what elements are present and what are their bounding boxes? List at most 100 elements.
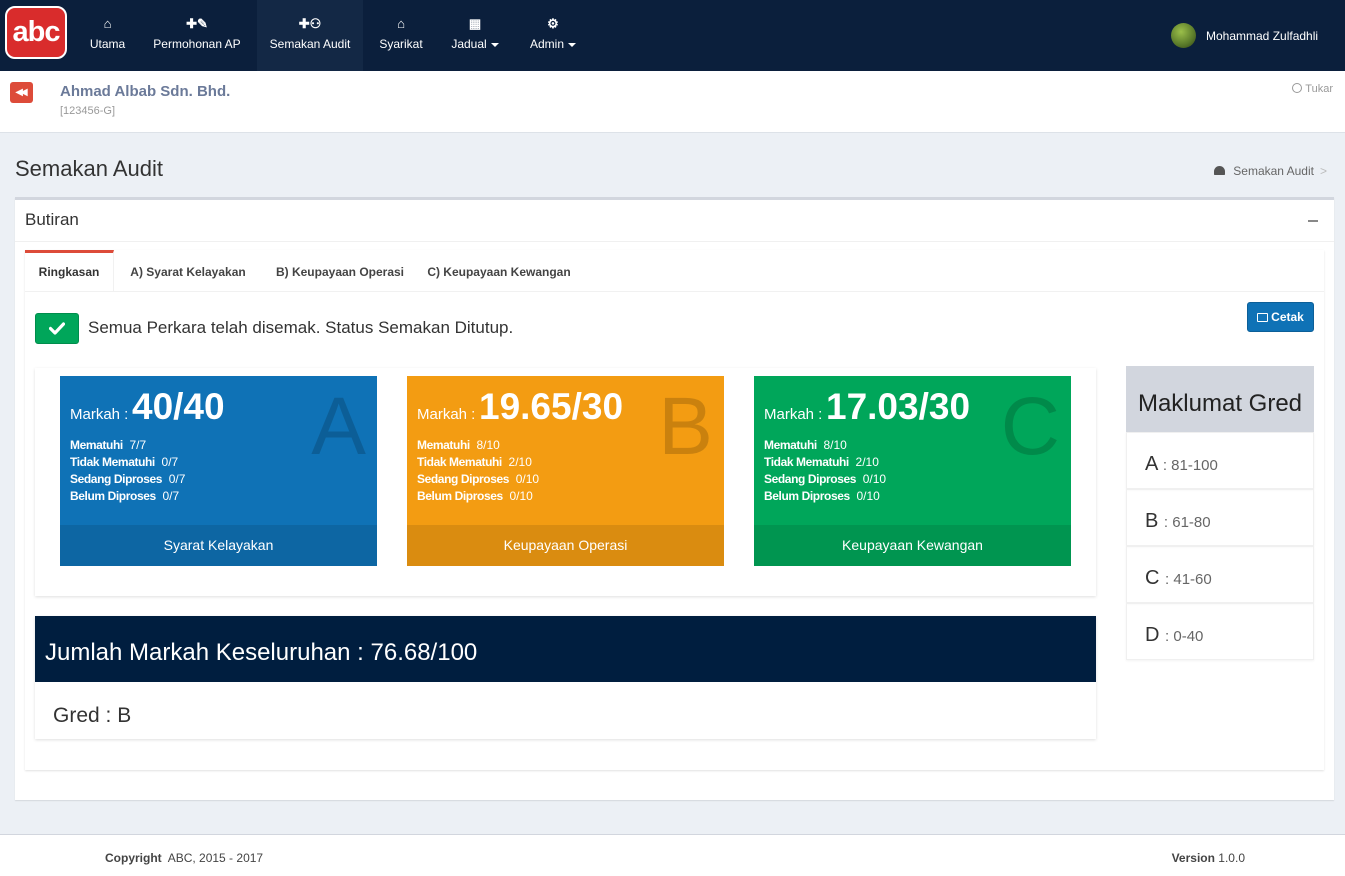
score-box-a: Markah : 40/40 A Mematuhi 7/7 Tidak Mema… <box>60 376 377 566</box>
stat-value: 2/10 <box>508 455 532 469</box>
grade-range: : 81-100 <box>1162 457 1218 474</box>
stats-list: Mematuhi 8/10 Tidak Mematuhi 2/10 Sedang… <box>764 437 886 505</box>
total-score: Jumlah Markah Keseluruhan : 76.68/100 <box>35 616 1096 682</box>
score-box-c: Markah : 17.03/30 C Mematuhi 8/10 Tidak … <box>754 376 1071 566</box>
nav-item-syarikat[interactable]: ⌂ Syarikat <box>369 0 433 71</box>
tab-container: Ringkasan A) Syarat Kelayakan B) Keupaya… <box>25 250 1324 770</box>
calendar-icon: ▦ <box>468 16 482 31</box>
section-letter: A <box>311 381 366 472</box>
breadcrumb-item[interactable]: Semakan Audit <box>1233 164 1314 178</box>
nav-label: Semakan Audit <box>269 37 351 51</box>
score-value: 19.65/30 <box>479 386 624 427</box>
double-left-arrow-icon: ◀◀ <box>15 87 28 98</box>
overall-grade: Gred : B <box>53 704 132 727</box>
total-score-card: Jumlah Markah Keseluruhan : 76.68/100 Gr… <box>35 616 1096 739</box>
plus-pencil-icon: ✚✎ <box>186 16 208 31</box>
details-panel: Butiran Ringkasan A) Syarat Kelayakan B)… <box>15 197 1334 800</box>
print-button[interactable]: Cetak <box>1247 302 1314 332</box>
stat-label: Tidak Mematuhi <box>764 455 849 469</box>
stat-value: 2/10 <box>855 455 879 469</box>
stat-value: 8/10 <box>476 438 500 452</box>
app-logo[interactable]: abc <box>5 6 67 59</box>
print-label: Cetak <box>1271 310 1304 324</box>
collapse-icon[interactable] <box>1308 220 1318 222</box>
bank-icon: ⌂ <box>397 16 405 31</box>
tab-keupayaan-operasi[interactable]: B) Keupayaan Operasi <box>268 250 412 292</box>
grade-letter: C <box>1145 567 1160 589</box>
grade-info-title: Maklumat Gred <box>1126 366 1314 432</box>
nav-label: Admin <box>529 37 564 51</box>
nav-item-jadual[interactable]: ▦ Jadual <box>440 0 510 71</box>
stat-label: Belum Diproses <box>764 489 850 503</box>
print-icon <box>1257 313 1269 322</box>
stat-label: Sedang Diproses <box>764 472 857 486</box>
avatar <box>1171 23 1196 48</box>
stat-value: 0/10 <box>856 489 880 503</box>
caret-down-icon <box>568 42 576 47</box>
stats-list: Mematuhi 8/10 Tidak Mematuhi 2/10 Sedang… <box>417 437 539 505</box>
score-value: 17.03/30 <box>826 386 971 427</box>
breadcrumb-separator: > <box>1319 164 1327 178</box>
score-value: 40/40 <box>132 386 225 427</box>
dashboard-icon <box>1214 166 1226 175</box>
page-footer: Copyright ABC, 2015 - 2017 Version 1.0.0 <box>0 834 1345 876</box>
score-label: Markah : <box>764 406 823 423</box>
grade-row: C : 41-60 <box>1126 546 1314 603</box>
grade-range: : 41-60 <box>1165 571 1212 588</box>
grade-letter: D <box>1145 624 1160 646</box>
status-check-badge <box>35 313 79 344</box>
circle-icon <box>1292 83 1303 93</box>
nav-item-semakan-audit[interactable]: ✚⚇ Semakan Audit <box>257 0 363 71</box>
nav-item-admin[interactable]: ⚙ Admin <box>518 0 588 71</box>
stat-label: Sedang Diproses <box>417 472 510 486</box>
switch-label: Tukar <box>1305 83 1333 95</box>
section-scores-card: Markah : 40/40 A Mematuhi 7/7 Tidak Mema… <box>35 368 1096 596</box>
nav-label: Utama <box>89 37 126 51</box>
stat-label: Sedang Diproses <box>70 472 163 486</box>
switch-company-link[interactable]: Tukar <box>1292 83 1333 95</box>
grade-range: : 0-40 <box>1165 628 1204 645</box>
stat-label: Mematuhi <box>764 438 817 452</box>
score-box-b: Markah : 19.65/30 B Mematuhi 8/10 Tidak … <box>407 376 724 566</box>
grade-row: B : 61-80 <box>1126 489 1314 546</box>
stat-value: 0/10 <box>862 472 887 486</box>
nav-item-utama[interactable]: ⌂ Utama <box>80 0 135 71</box>
score-box-footer[interactable]: Syarat Kelayakan <box>60 525 377 566</box>
stat-value: 0/10 <box>509 489 533 503</box>
stat-label: Mematuhi <box>70 438 123 452</box>
plus-binoculars-icon: ✚⚇ <box>298 16 322 31</box>
tab-syarat-kelayakan[interactable]: A) Syarat Kelayakan <box>120 250 256 292</box>
stat-label: Mematuhi <box>417 438 470 452</box>
company-bar: ◀◀ Ahmad Albab Sdn. Bhd. [123456-G] Tuka… <box>0 71 1345 133</box>
cogs-icon: ⚙ <box>547 16 559 31</box>
stat-value: 0/7 <box>168 472 186 486</box>
stat-value: 0/10 <box>515 472 540 486</box>
grade-row: A : 81-100 <box>1126 432 1314 489</box>
home-icon: ⌂ <box>103 16 112 31</box>
tab-keupayaan-kewangan[interactable]: C) Keupayaan Kewangan <box>424 250 574 292</box>
back-button[interactable]: ◀◀ <box>10 82 33 103</box>
nav-item-permohonan-ap[interactable]: ✚✎ Permohonan AP <box>143 0 251 71</box>
grade-row: D : 0-40 <box>1126 603 1314 660</box>
stat-label: Tidak Mematuhi <box>417 455 502 469</box>
status-message: Semua Perkara telah disemak. Status Sema… <box>88 318 514 337</box>
check-icon <box>49 322 65 335</box>
copyright: Copyright ABC, 2015 - 2017 <box>105 851 263 865</box>
nav-label: Jadual <box>451 37 487 51</box>
section-letter: C <box>1000 381 1060 472</box>
copyright-text: ABC, 2015 - 2017 <box>167 851 264 865</box>
grade-letter: A <box>1145 453 1158 475</box>
tab-ringkasan[interactable]: Ringkasan <box>25 250 114 292</box>
section-letter: B <box>658 381 713 472</box>
version: Version 1.0.0 <box>1172 851 1245 865</box>
score-box-footer[interactable]: Keupayaan Operasi <box>407 525 724 566</box>
nav-label: Permohonan AP <box>153 37 241 51</box>
version-value: 1.0.0 <box>1218 851 1245 865</box>
stat-value: 0/7 <box>162 489 180 503</box>
score-label: Markah : <box>417 406 476 423</box>
nav-label: Syarikat <box>379 37 423 51</box>
company-id: [123456-G] <box>60 105 116 117</box>
score-box-footer[interactable]: Keupayaan Kewangan <box>754 525 1071 566</box>
stat-value: 8/10 <box>823 438 847 452</box>
version-label: Version <box>1171 851 1215 865</box>
